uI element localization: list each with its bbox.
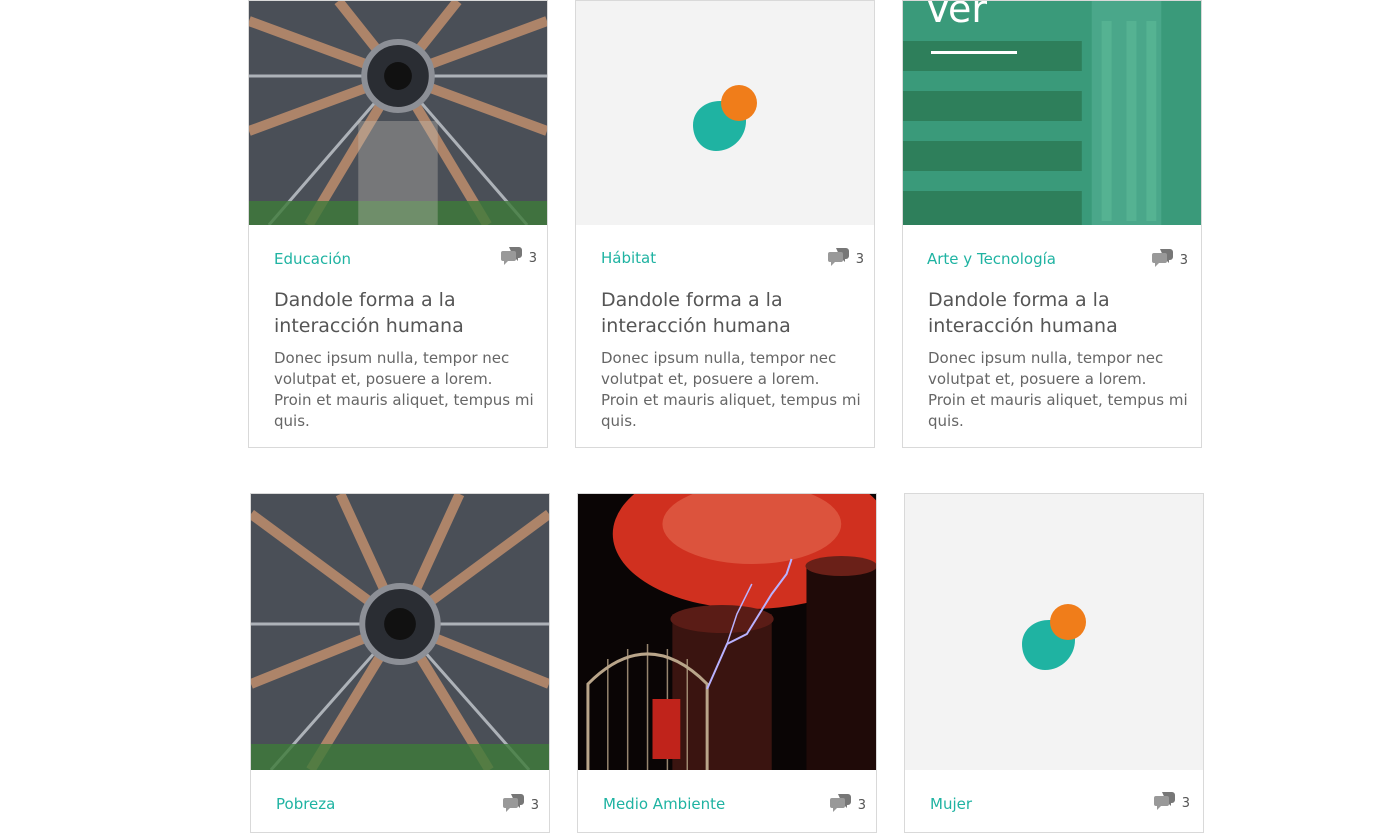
- comment-count[interactable]: 3: [1153, 791, 1190, 815]
- comment-bubbles-icon: [829, 793, 852, 817]
- article-title[interactable]: Dandole forma a la interacción humana: [601, 287, 851, 339]
- particle-detector-image[interactable]: [249, 1, 547, 225]
- article-title[interactable]: Dandole forma a la interacción humana: [928, 287, 1178, 339]
- article-card[interactable]: Medio Ambiente 3: [577, 493, 877, 833]
- comment-count[interactable]: 3: [502, 793, 539, 817]
- comment-count-value: 3: [530, 797, 539, 813]
- comment-count-value: 3: [1181, 795, 1190, 811]
- article-description: Donec ipsum nulla, tempor nec volutpat e…: [928, 349, 1188, 430]
- category-label[interactable]: Arte y Tecnología: [927, 250, 1056, 268]
- comment-bubbles-icon: [502, 793, 525, 817]
- comment-bubbles-icon: [1153, 791, 1176, 815]
- comment-bubbles-icon: [500, 246, 523, 270]
- category-label[interactable]: Mujer: [930, 795, 972, 813]
- tesla-coil-image[interactable]: [578, 494, 876, 770]
- comment-count-value: 3: [855, 251, 864, 267]
- comment-bubbles-icon: [827, 247, 850, 271]
- comment-bubbles-icon: [1151, 248, 1174, 272]
- brand-logo-placeholder[interactable]: [576, 1, 874, 225]
- comment-count-value: 3: [1179, 252, 1188, 268]
- green-building-image[interactable]: Ver: [903, 1, 1201, 225]
- comment-count[interactable]: 3: [829, 793, 866, 817]
- comment-count[interactable]: 3: [500, 246, 537, 270]
- particle-detector-image[interactable]: [251, 494, 549, 770]
- article-card[interactable]: Ver Arte y Tecnología 3 Dandole forma a …: [902, 0, 1202, 448]
- article-description: Donec ipsum nulla, tempor nec volutpat e…: [274, 349, 534, 430]
- overlay-link-text[interactable]: Ver: [925, 1, 987, 31]
- overlay-underline: [931, 51, 1017, 54]
- article-description: Donec ipsum nulla, tempor nec volutpat e…: [601, 349, 861, 430]
- brand-logo-placeholder[interactable]: [905, 494, 1203, 770]
- article-card[interactable]: Hábitat 3 Dandole forma a la interacción…: [575, 0, 875, 448]
- article-card[interactable]: Educación 3 Dandole forma a la interacci…: [248, 0, 548, 448]
- article-card[interactable]: Pobreza 3: [250, 493, 550, 833]
- brand-logo-icon: [687, 81, 763, 157]
- comment-count-value: 3: [857, 797, 866, 813]
- article-title[interactable]: Dandole forma a la interacción humana: [274, 287, 524, 339]
- category-label[interactable]: Educación: [274, 250, 351, 268]
- category-label[interactable]: Hábitat: [601, 249, 656, 267]
- brand-logo-icon: [1016, 600, 1092, 676]
- category-label[interactable]: Pobreza: [276, 795, 335, 813]
- category-label[interactable]: Medio Ambiente: [603, 795, 725, 813]
- comment-count[interactable]: 3: [827, 247, 864, 271]
- comment-count[interactable]: 3: [1151, 248, 1188, 272]
- article-card[interactable]: Mujer 3: [904, 493, 1204, 833]
- comment-count-value: 3: [528, 250, 537, 266]
